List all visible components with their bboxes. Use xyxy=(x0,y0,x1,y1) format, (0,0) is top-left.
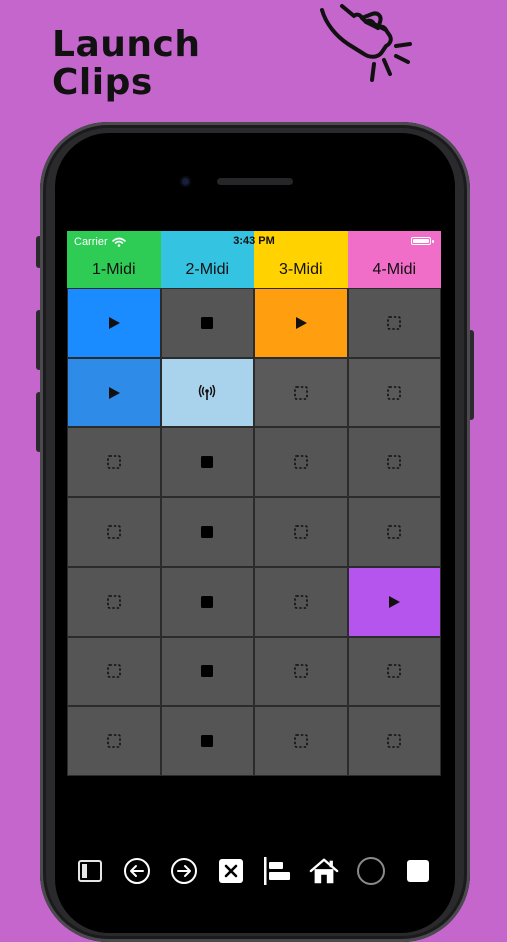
close-square-icon xyxy=(218,859,243,883)
broadcast-icon xyxy=(199,384,216,400)
clip-cell-r5-c1[interactable] xyxy=(67,566,161,637)
arrow-right-circle-icon xyxy=(170,858,197,884)
arrow-left-circle-icon xyxy=(123,858,150,884)
record-button[interactable] xyxy=(356,856,386,886)
clip-cell-r2-c3[interactable] xyxy=(254,357,348,428)
empty-slot-icon xyxy=(293,734,308,748)
clip-cell-r6-c4[interactable] xyxy=(347,636,441,707)
empty-slot-icon xyxy=(106,734,121,748)
clip-cell-r5-c2[interactable] xyxy=(160,566,254,637)
stop-icon xyxy=(201,456,214,469)
clip-cell-r1-c4[interactable] xyxy=(347,288,441,358)
sidebar-toggle-button[interactable] xyxy=(75,856,105,886)
circle-icon xyxy=(357,857,386,885)
stop-icon xyxy=(201,316,214,329)
square-button[interactable] xyxy=(403,856,433,886)
bottom-toolbar xyxy=(67,852,441,890)
clip-cell-r7-c4[interactable] xyxy=(347,706,441,776)
clip-cell-r3-c3[interactable] xyxy=(254,427,348,498)
empty-slot-icon xyxy=(387,525,402,539)
empty-slot-icon xyxy=(293,664,308,679)
clip-grid xyxy=(67,288,441,776)
phone-camera xyxy=(180,176,191,187)
clip-cell-r3-c4[interactable] xyxy=(347,427,441,498)
clip-cell-r2-c4[interactable] xyxy=(347,357,441,428)
clip-cell-r2-c1[interactable] xyxy=(67,357,161,428)
status-time: 3:43 PM xyxy=(233,235,275,247)
square-icon xyxy=(406,860,429,882)
play-icon xyxy=(108,386,120,399)
headline: Launch Clips xyxy=(52,26,200,102)
empty-slot-icon xyxy=(387,316,402,330)
clip-cell-r3-c2[interactable] xyxy=(160,427,254,498)
empty-slot-icon xyxy=(293,594,308,609)
align-button[interactable] xyxy=(262,856,292,886)
empty-slot-icon xyxy=(387,734,402,748)
clip-cell-r2-c2[interactable] xyxy=(160,357,254,428)
clip-cell-r1-c3[interactable] xyxy=(254,288,348,358)
previous-button[interactable] xyxy=(122,856,152,886)
home-icon xyxy=(309,858,339,884)
clip-cell-r4-c2[interactable] xyxy=(160,497,254,567)
tapping-hand-icon xyxy=(320,4,412,82)
clip-cell-r4-c3[interactable] xyxy=(254,497,348,567)
align-left-icon xyxy=(264,857,291,885)
headline-line-1: Launch xyxy=(52,24,201,65)
status-bar: Carrier 3:43 PM xyxy=(67,231,441,251)
clip-cell-r6-c3[interactable] xyxy=(254,636,348,707)
clip-cell-r3-c1[interactable] xyxy=(67,427,161,498)
clip-cell-r7-c2[interactable] xyxy=(160,706,254,776)
phone-speaker xyxy=(217,178,293,185)
stop-icon xyxy=(201,525,214,538)
battery-icon xyxy=(411,237,434,245)
empty-slot-icon xyxy=(387,455,402,470)
home-button[interactable] xyxy=(309,856,339,886)
headline-line-2: Clips xyxy=(52,62,153,103)
stop-icon xyxy=(201,595,214,608)
play-icon xyxy=(108,316,120,329)
stop-all-button[interactable] xyxy=(216,856,246,886)
clip-cell-r4-c4[interactable] xyxy=(347,497,441,567)
empty-slot-icon xyxy=(106,664,121,679)
empty-slot-icon xyxy=(106,594,121,609)
empty-slot-icon xyxy=(293,525,308,539)
sidebar-toggle-icon xyxy=(78,860,102,882)
clip-cell-r1-c2[interactable] xyxy=(160,288,254,358)
empty-slot-icon xyxy=(293,455,308,470)
clip-cell-r1-c1[interactable] xyxy=(67,288,161,358)
empty-slot-icon xyxy=(106,525,121,539)
clip-cell-r7-c1[interactable] xyxy=(67,706,161,776)
launch-clips-app: 1-Midi 2-Midi 3-Midi 4-Midi Carrier 3:43… xyxy=(67,231,441,776)
clip-cell-r7-c3[interactable] xyxy=(254,706,348,776)
clip-cell-r6-c2[interactable] xyxy=(160,636,254,707)
clip-cell-r4-c1[interactable] xyxy=(67,497,161,567)
stop-icon xyxy=(201,735,214,748)
stop-icon xyxy=(201,665,214,678)
empty-slot-icon xyxy=(387,385,402,400)
play-icon xyxy=(389,595,401,608)
empty-slot-icon xyxy=(387,664,402,679)
play-icon xyxy=(295,316,307,329)
clip-cell-r5-c4[interactable] xyxy=(347,566,441,637)
empty-slot-icon xyxy=(293,385,308,400)
next-button[interactable] xyxy=(169,856,199,886)
empty-slot-icon xyxy=(106,455,121,470)
clip-cell-r6-c1[interactable] xyxy=(67,636,161,707)
clip-cell-r5-c3[interactable] xyxy=(254,566,348,637)
